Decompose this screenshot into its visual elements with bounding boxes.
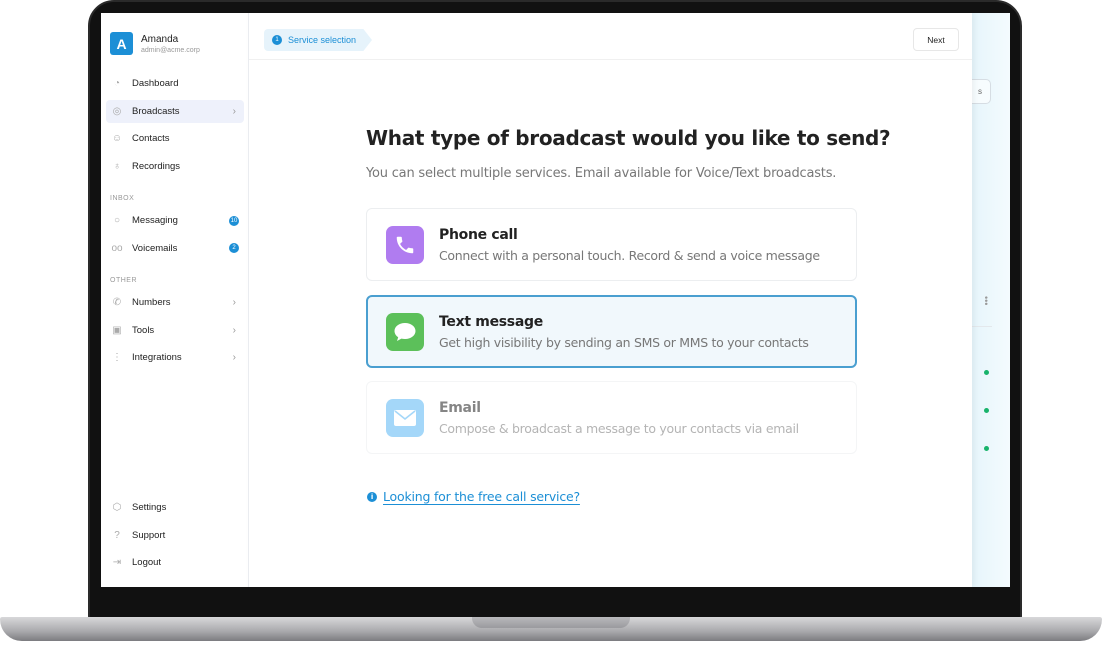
user-email: admin@acme.corp [141,46,200,54]
sidebar-item-broadcasts[interactable]: ◎ Broadcasts › [106,99,244,123]
info-icon: i [367,491,377,502]
phone-icon [386,225,424,264]
tools-icon: ▣ [112,324,122,336]
help-icon: ? [114,529,120,541]
section-label-inbox: INBOX [110,195,135,202]
status-dot [984,408,989,413]
option-title: Phone call [439,226,518,243]
avatar: A [110,32,133,55]
count-badge: 2 [229,243,239,254]
sidebar-item-integrations[interactable]: ⋮ Integrations › [106,346,244,369]
sidebar-item-support[interactable]: ? Support [106,524,244,547]
phone-icon: ✆ [112,297,122,308]
page-subtitle: You can select multiple services. Email … [366,166,837,181]
screen: s ••• A Amanda admin@acme.corp ◔ Dashboa… [101,13,1010,587]
sidebar-item-settings[interactable]: ⬡ Settings [106,496,244,519]
chevron-right-icon: › [232,352,236,364]
step-service-selection[interactable]: 1 Service selection [264,29,372,51]
sidebar: A Amanda admin@acme.corp ◔ Dashboard ◎ B… [101,13,249,587]
page-title: What type of broadcast would you like to… [366,126,891,150]
status-dot [984,370,989,375]
microphone-icon: ♁ [113,161,121,173]
sidebar-item-label: Tools [132,324,155,336]
integrations-icon: ⋮ [112,352,122,364]
envelope-icon [386,398,424,437]
sidebar-item-label: Broadcasts [132,105,180,117]
user-name: Amanda [141,33,179,45]
laptop-notch [472,617,630,628]
sidebar-item-label: Settings [132,502,167,513]
service-option-email[interactable]: Email Compose & broadcast a message to y… [366,381,857,454]
step-number: 1 [272,35,282,45]
sidebar-item-logout[interactable]: ⇥ Logout [106,551,244,574]
broadcast-icon: ◎ [112,105,122,117]
broadcast-wizard: 1 Service selection Next What type of br… [249,13,972,587]
step-label: Service selection [288,35,357,45]
more-icon: ••• [981,296,991,306]
sidebar-item-label: Messaging [132,215,178,226]
sidebar-item-label: Contacts [132,133,170,145]
voicemail-icon: oo [111,242,123,254]
sidebar-item-messaging[interactable]: ○ Messaging 10 [106,209,244,232]
user-profile[interactable]: A Amanda admin@acme.corp [110,32,200,55]
link-text[interactable]: Looking for the free call service? [383,489,580,504]
chevron-right-icon: › [232,324,236,336]
sidebar-item-tools[interactable]: ▣ Tools › [106,319,244,342]
sidebar-item-contacts[interactable]: ☺ Contacts [106,127,244,150]
gear-icon: ⬡ [112,502,122,513]
service-option-text-message[interactable]: Text message Get high visibility by send… [366,295,857,368]
sidebar-item-label: Support [132,529,166,541]
chevron-right-icon: › [232,297,236,308]
free-call-service-link[interactable]: i Looking for the free call service? [367,489,580,504]
sidebar-item-label: Recordings [132,161,181,173]
option-description: Connect with a personal touch. Record & … [439,247,820,263]
chat-icon: ○ [113,215,121,226]
sidebar-item-dashboard[interactable]: ◔ Dashboard [106,72,244,95]
divider [972,326,992,327]
service-option-phone-call[interactable]: Phone call Connect with a personal touch… [366,208,857,281]
sidebar-item-voicemails[interactable]: oo Voicemails 2 [106,237,244,260]
contacts-icon: ☺ [111,133,123,145]
sidebar-item-recordings[interactable]: ♁ Recordings [106,155,244,178]
sidebar-item-numbers[interactable]: ✆ Numbers › [106,291,244,314]
logout-icon: ⇥ [112,557,122,569]
sidebar-item-label: Dashboard [132,78,179,89]
count-badge: 10 [229,215,239,226]
wizard-header: 1 Service selection Next [249,13,972,60]
message-icon [386,312,424,351]
next-button[interactable]: Next [913,28,959,51]
chevron-right-icon: › [232,105,236,117]
sidebar-item-label: Numbers [132,297,171,308]
status-dot [984,446,989,451]
sidebar-item-label: Logout [132,557,162,569]
sidebar-item-label: Voicemails [132,242,178,254]
sidebar-item-label: Integrations [132,352,182,364]
option-description: Compose & broadcast a message to your co… [439,420,799,436]
option-title: Text message [439,313,543,330]
dashboard-icon: ◔ [113,78,121,89]
option-title: Email [439,399,481,416]
option-description: Get high visibility by sending an SMS or… [439,334,809,350]
section-label-other: OTHER [110,277,137,284]
